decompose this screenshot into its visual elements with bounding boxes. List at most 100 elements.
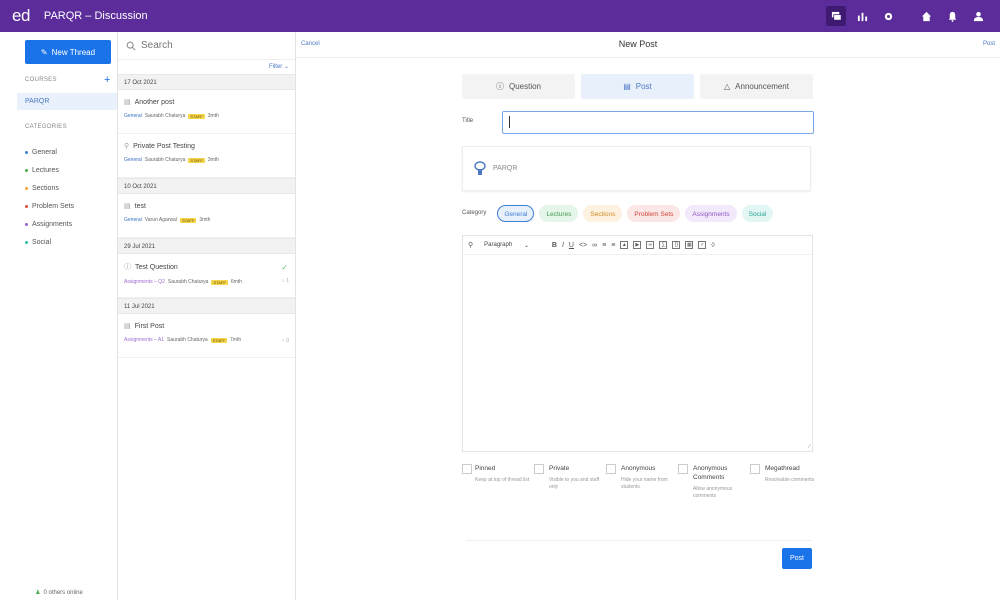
search-input[interactable] — [141, 40, 281, 51]
divider — [466, 540, 812, 541]
post-editor: ⚲ Paragraph ⌄ B I U <> ∞ ≡ ≡ ▲ ▶ ∞ ∑ {} … — [462, 235, 813, 452]
course-selector[interactable]: PARQR — [462, 146, 811, 191]
thread-time: 3mth — [199, 217, 211, 223]
app-logo[interactable]: ed — [12, 6, 30, 26]
thread-category: General — [124, 217, 142, 223]
tab-post[interactable]: ▤ Post — [581, 74, 694, 99]
sidebar-category-problem-sets[interactable]: Problem Sets — [25, 197, 74, 215]
home-icon[interactable] — [916, 6, 936, 26]
left-sidebar: ✎ New Thread COURSES + PARQR CATEGORIES … — [0, 32, 118, 600]
checkbox[interactable] — [534, 464, 544, 474]
post-button[interactable]: Post — [782, 548, 812, 569]
thread-item[interactable]: ⚲ Private Post Testing General Saurabh Chat… — [118, 134, 295, 178]
date-header: 10 Oct 2021 — [118, 178, 295, 194]
thread-item[interactable]: ▤ test General Varun Agarwal STAFF 3mth — [118, 194, 295, 238]
course-logo-icon — [474, 160, 486, 175]
filter-dropdown[interactable]: Filter ⌄ — [118, 60, 295, 74]
thread-item[interactable]: ▤ First Post Assignments – A1 Saurabh Chatu… — [118, 314, 295, 358]
thread-author: Saurabh Chaturya — [144, 113, 186, 119]
option-title: Private — [549, 465, 570, 472]
editor-toolbar: ⚲ Paragraph ⌄ B I U <> ∞ ≡ ≡ ▲ ▶ ∞ ∑ {} … — [463, 236, 812, 255]
option-anonymous-comments[interactable]: Anonymous Comments Allow anonymous commen… — [678, 464, 750, 500]
thread-item[interactable]: ⓘ Test Question Assignments – Q2 Saurabh Ch… — [118, 254, 295, 298]
category-chip-sections[interactable]: Sections — [583, 204, 623, 222]
video-icon[interactable]: ▶ — [633, 241, 642, 249]
option-megathread[interactable]: Megathread Resolvable comments — [750, 464, 822, 500]
numbered-list-icon[interactable]: ≡ — [611, 242, 615, 249]
option-pinned[interactable]: Pinned Keep at top of thread list — [462, 464, 534, 500]
staff-badge: STAFF — [210, 337, 227, 343]
italic-icon[interactable]: I — [562, 242, 564, 249]
category-chip-lectures[interactable]: Lectures — [539, 204, 579, 222]
category-chip-assignments[interactable]: Assignments — [685, 204, 737, 222]
resize-handle-icon[interactable]: ∕ — [809, 444, 810, 450]
pin-icon[interactable]: ⚲ — [468, 241, 473, 249]
checkbox[interactable] — [462, 464, 472, 474]
post-type-tabs: ⓘ Question ▤ Post △ Announcement — [462, 74, 813, 99]
top-bar: ed PARQR – Discussion — [0, 0, 1000, 32]
tab-announcement-label: Announcement — [735, 82, 789, 91]
bold-icon[interactable]: B — [552, 242, 557, 249]
attachment-icon[interactable]: ∞ — [646, 241, 655, 249]
search-icon — [126, 41, 136, 51]
checkbox[interactable] — [606, 464, 616, 474]
tab-announcement[interactable]: △ Announcement — [700, 74, 813, 99]
option-description: Hide your name from students — [621, 477, 668, 490]
thread-list-panel: Filter ⌄ 17 Oct 2021▤Another postGeneral… — [118, 32, 296, 600]
category-dot-icon — [25, 222, 28, 226]
new-post-panel: Cancel New Post Post ⓘ Question ▤ Post △… — [296, 32, 1000, 600]
bullet-list-icon[interactable]: ≡ — [602, 242, 606, 249]
thread-category: Assignments – A1 — [124, 337, 165, 343]
staff-badge: STAFF — [188, 157, 205, 163]
title-label: Title — [462, 118, 474, 124]
code-block-icon[interactable]: {} — [672, 241, 681, 249]
chart-icon[interactable] — [852, 6, 872, 26]
option-title: Pinned — [475, 465, 496, 472]
new-thread-label: New Thread — [51, 47, 96, 57]
discussion-icon[interactable] — [826, 6, 846, 26]
checkbox[interactable] — [678, 464, 688, 474]
title-input[interactable] — [502, 111, 814, 134]
link-icon[interactable]: ∞ — [592, 242, 597, 249]
underline-icon[interactable]: U — [569, 242, 574, 249]
document-icon: ▤ — [124, 99, 131, 106]
code-icon[interactable]: <> — [579, 242, 587, 249]
sidebar-category-social[interactable]: Social — [25, 233, 74, 251]
sidebar-category-sections[interactable]: Sections — [25, 179, 74, 197]
editor-content-area[interactable] — [463, 255, 812, 451]
megaphone-icon: △ — [724, 82, 731, 91]
category-chip-social[interactable]: Social — [741, 204, 774, 222]
option-private[interactable]: Private Visible to you and staff only — [534, 464, 606, 500]
bell-icon[interactable] — [942, 6, 962, 26]
add-course-icon[interactable]: + — [104, 74, 110, 86]
new-thread-button[interactable]: ✎ New Thread — [25, 40, 111, 64]
settings-icon[interactable] — [878, 6, 898, 26]
user-icon[interactable] — [968, 6, 988, 26]
thread-author: Saurabh Chaturya — [167, 279, 209, 285]
formula-icon[interactable]: ∑ — [659, 241, 668, 249]
paragraph-label: Paragraph — [484, 242, 513, 248]
image-icon[interactable]: ▲ — [620, 241, 629, 249]
thread-item[interactable]: ▤ Another post General Saurabh Chaturya STAF… — [118, 90, 295, 134]
header-post-link[interactable]: Post — [983, 41, 995, 47]
table-icon[interactable]: ▦ — [685, 241, 694, 249]
sidebar-course-parqr[interactable]: PARQR — [17, 93, 117, 110]
thread-title: test — [134, 202, 146, 210]
paragraph-select[interactable]: Paragraph ⌄ — [484, 242, 529, 249]
sidebar-category-assignments[interactable]: Assignments — [25, 215, 74, 233]
spoiler-icon[interactable]: ✓ — [698, 241, 707, 249]
comment-count: ○ 1 — [281, 278, 289, 284]
thread-category: General — [124, 113, 142, 119]
thread-category: General — [124, 157, 142, 163]
header-icons — [820, 6, 988, 26]
sidebar-category-lectures[interactable]: Lectures — [25, 161, 74, 179]
tab-question[interactable]: ⓘ Question — [462, 74, 575, 99]
checkbox[interactable] — [750, 464, 760, 474]
sidebar-category-general[interactable]: General — [25, 143, 74, 161]
category-chip-problem-sets[interactable]: Problem Sets — [627, 204, 681, 222]
option-anonymous[interactable]: Anonymous Hide your name from students — [606, 464, 678, 500]
more-icon[interactable]: ◊ — [711, 242, 714, 249]
category-row: Category General Lectures Sections Problem … — [462, 204, 778, 222]
option-description: Allow anonymous comments — [693, 486, 733, 499]
category-chip-general[interactable]: General — [497, 204, 535, 222]
